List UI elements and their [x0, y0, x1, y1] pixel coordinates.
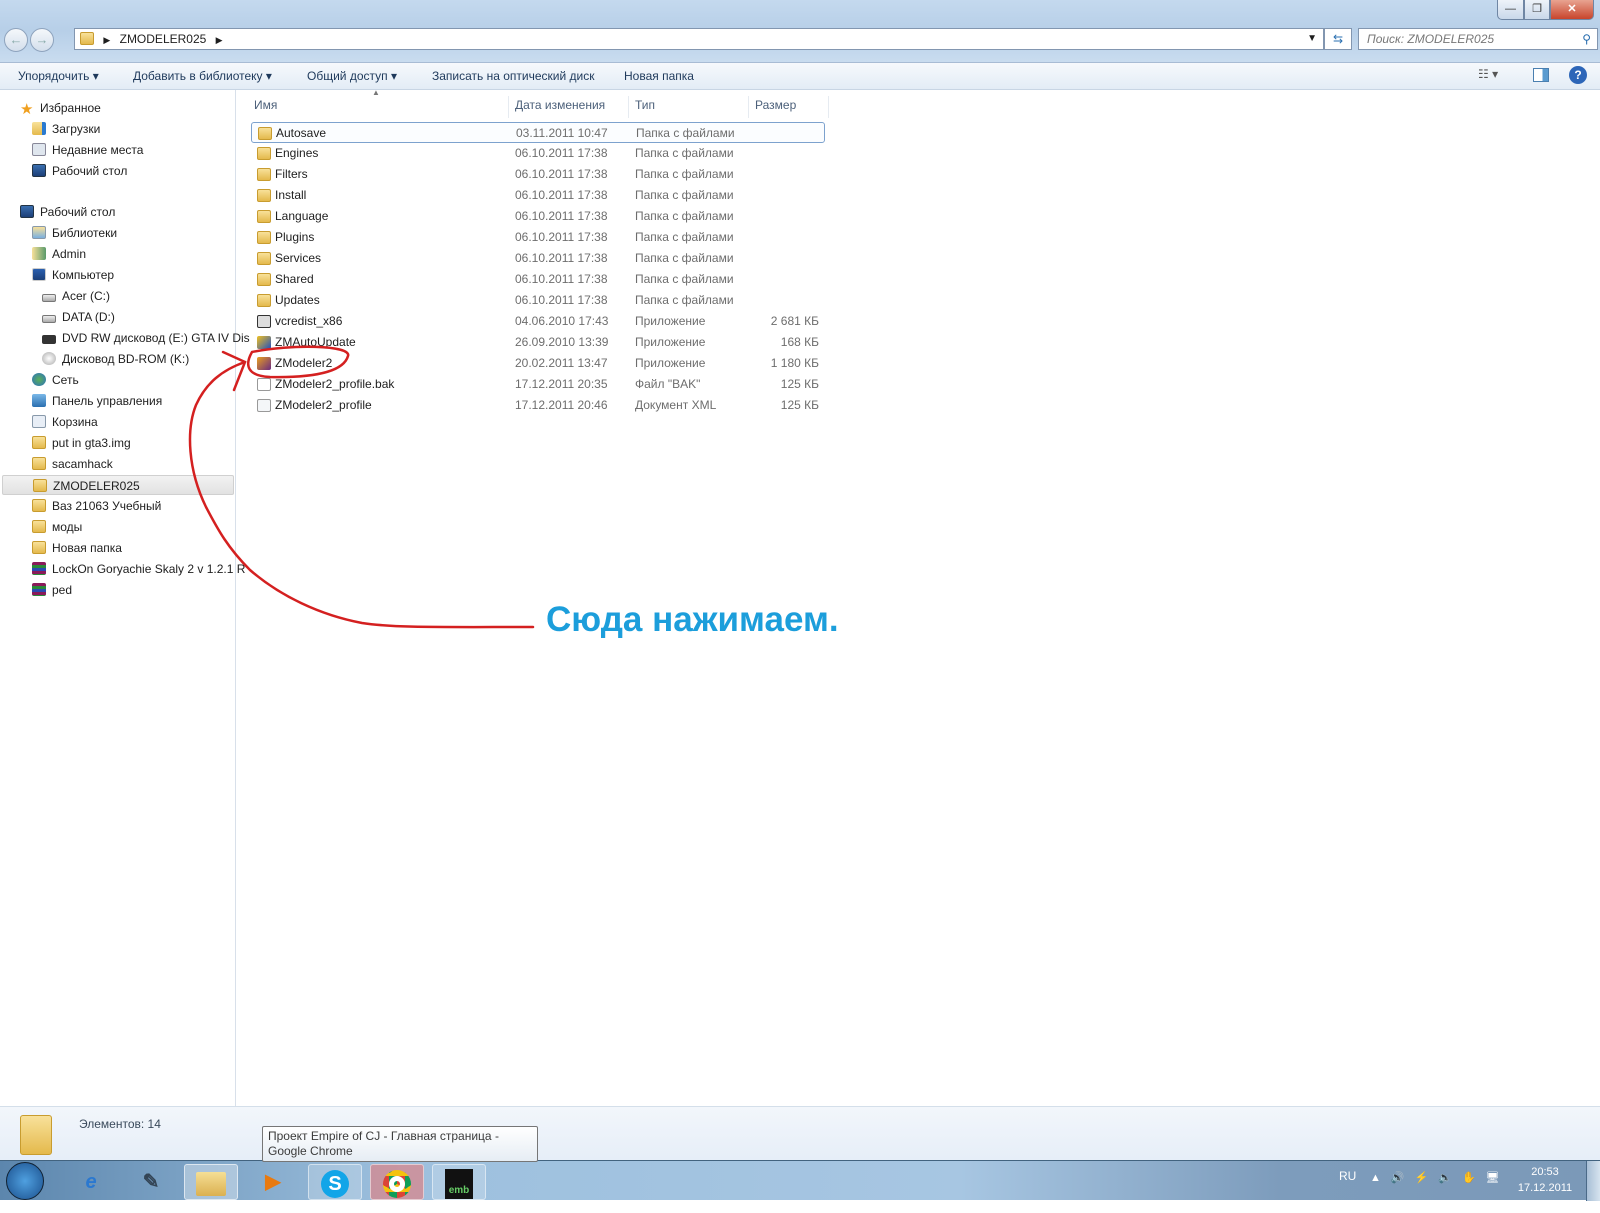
annotation-curve [188, 360, 535, 629]
annotation-circle [247, 345, 350, 379]
annotation-text: Сюда нажимаем. [546, 600, 839, 639]
